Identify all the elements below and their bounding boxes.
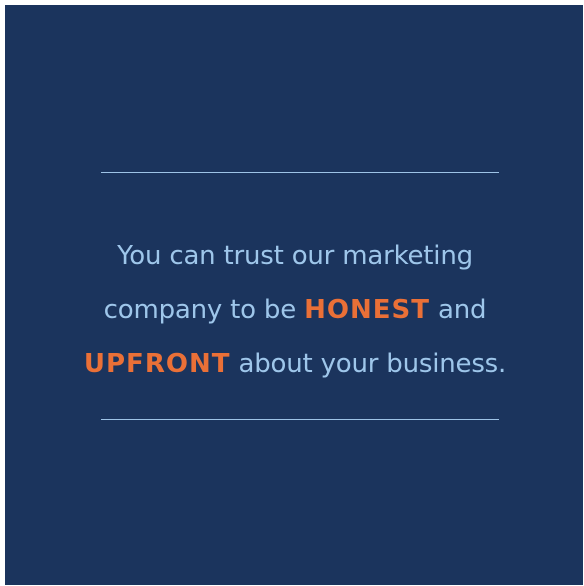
quote-card: You can trust our marketing company to b…	[5, 5, 583, 585]
quote-line-2-end: and	[429, 295, 487, 325]
quote-line-1: You can trust our marketing	[117, 241, 473, 271]
quote-line-2-start: company to be	[103, 295, 305, 325]
emphasis-upfront: UPFRONT	[83, 349, 231, 379]
quote-text: You can trust our marketing company to b…	[45, 229, 545, 391]
emphasis-honest: HONEST	[304, 295, 430, 325]
top-divider	[101, 172, 499, 173]
quote-line-3-end: about your business.	[230, 349, 507, 379]
bottom-divider	[101, 419, 499, 420]
